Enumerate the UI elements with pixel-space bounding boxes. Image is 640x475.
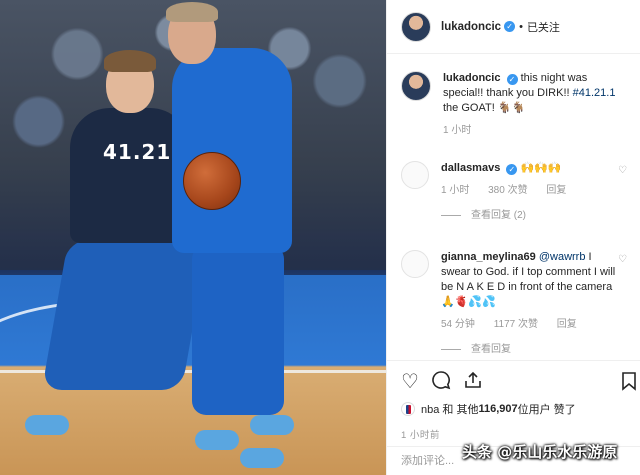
player-right-hair [166, 2, 218, 22]
header-username[interactable]: lukadoncic [441, 21, 501, 33]
basketball [183, 152, 241, 210]
post-header: lukadoncic ✓ • 已关注 [387, 0, 640, 54]
avatar[interactable] [401, 250, 429, 278]
likes-summary[interactable]: nba 和 其他 116,907 位用户 赞了 [401, 401, 627, 417]
mention-link[interactable]: @wawrrb [539, 251, 586, 263]
comment-bubble-icon[interactable] [431, 370, 451, 394]
hashtag-link[interactable]: #41.21.1 [573, 87, 616, 99]
likes-prefix: nba 和 其他 [421, 404, 479, 416]
share-icon[interactable] [463, 370, 483, 394]
post-actions: ♡ nba 和 其他 116,907 位用户 赞了 1 小时前 [387, 360, 640, 441]
comment-like-heart-icon[interactable]: ♡ [618, 165, 627, 176]
comment-text: dallasmavs ✓ 🙌🙌🙌 1 小时 380 次赞 回复 查看回复 (2) [441, 161, 616, 223]
comment-time[interactable]: 1 小时 [441, 185, 469, 196]
comment-meta: 1 小时 380 次赞 回复 [441, 183, 616, 198]
post-time[interactable]: 1 小时前 [401, 427, 627, 441]
player-left-hair [104, 50, 156, 72]
follow-status-button[interactable]: 已关注 [527, 19, 560, 35]
reply-button[interactable]: 回复 [546, 185, 566, 196]
bookmark-icon[interactable] [621, 371, 637, 396]
likes-count: 116,907 [478, 403, 518, 415]
separator-dot: • [519, 20, 523, 33]
view-replies-button[interactable]: 查看回复 [441, 342, 616, 355]
player-left-legs [41, 240, 209, 390]
comment-likes[interactable]: 380 次赞 [488, 185, 527, 196]
reply-button[interactable]: 回复 [557, 319, 577, 330]
comment-like-heart-icon[interactable]: ♡ [618, 254, 627, 265]
sneaker [25, 415, 69, 435]
verified-badge-icon: ✓ [506, 74, 518, 85]
avatar[interactable] [401, 161, 429, 189]
sneaker [250, 415, 294, 435]
comment-meta: 54 分钟 1177 次赞 回复 [441, 317, 616, 332]
comment-likes[interactable]: 1177 次赞 [494, 319, 538, 330]
verified-badge-icon: ✓ [506, 164, 518, 175]
watermark: 头条 @乐山乐水乐游原 [462, 443, 618, 461]
view-replies-button[interactable]: 查看回复 (2) [441, 208, 616, 223]
avatar[interactable] [401, 11, 431, 42]
avatar[interactable] [401, 71, 431, 101]
comment-username[interactable]: dallasmavs [441, 162, 500, 174]
comment-username[interactable]: gianna_meylina69 [441, 251, 536, 263]
view-replies-label: 查看回复 (2) [471, 210, 526, 221]
verified-badge-icon: ✓ [504, 21, 516, 32]
player-right-hoodie [172, 48, 292, 253]
sneaker [195, 430, 239, 450]
caption-text: lukadoncic ✓ this night was special!! th… [443, 71, 618, 138]
comment-time[interactable]: 54 分钟 [441, 319, 475, 330]
comment-list: lukadoncic ✓ this night was special!! th… [387, 55, 640, 355]
list-item: dallasmavs ✓ 🙌🙌🙌 1 小时 380 次赞 回复 查看回复 (2)… [401, 161, 629, 223]
post-sidebar: lukadoncic ✓ • 已关注 lukadoncic ✓ this nig… [386, 0, 640, 475]
replies-line [441, 215, 461, 216]
caption-body-end: the GOAT! 🐐🐐 [443, 102, 526, 114]
comment-body: 🙌🙌🙌 [520, 162, 562, 174]
nba-logo-icon [401, 402, 415, 416]
caption-username[interactable]: lukadoncic [443, 72, 500, 84]
action-icons: ♡ [401, 371, 627, 393]
view-replies-label: 查看回复 [471, 344, 511, 355]
list-item: gianna_meylina69 @wawrrb I swear to God.… [401, 250, 629, 355]
caption-time[interactable]: 1 小时 [443, 125, 471, 136]
caption: lukadoncic ✓ this night was special!! th… [401, 71, 629, 138]
caption-meta: 1 小时 [443, 123, 618, 138]
comment-text: gianna_meylina69 @wawrrb I swear to God.… [441, 250, 616, 355]
sneaker [240, 448, 284, 468]
replies-line [441, 349, 461, 350]
player-right-legs [192, 245, 284, 415]
likes-suffix: 位用户 赞了 [517, 404, 576, 416]
heart-outline-icon[interactable]: ♡ [401, 372, 419, 392]
post-photo[interactable]: 41.21.1 [0, 0, 386, 475]
